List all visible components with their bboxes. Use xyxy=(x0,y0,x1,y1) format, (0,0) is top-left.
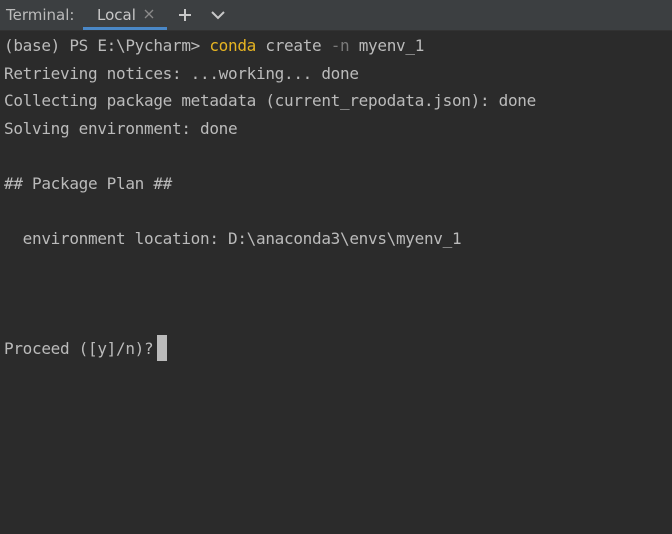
shell-prompt: (base) PS E:\Pycharm> xyxy=(4,36,200,55)
input-prompt-line: Proceed ([y]/n)? xyxy=(4,334,168,362)
output-line: ## Package Plan ## xyxy=(4,174,172,193)
terminal-output[interactable]: (base) PS E:\Pycharm> conda create -n my… xyxy=(0,31,672,534)
proceed-prompt: Proceed ([y]/n)? xyxy=(4,339,154,358)
command-argument: myenv_1 xyxy=(358,36,425,55)
command-line: (base) PS E:\Pycharm> conda create -n my… xyxy=(4,32,424,59)
terminal-header: Terminal: Local xyxy=(0,0,672,31)
plus-icon[interactable] xyxy=(176,6,194,24)
text-cursor xyxy=(157,334,168,361)
terminal-tool-window: Terminal: Local (base) PS E:\Pycharm> co… xyxy=(0,0,672,534)
output-line: Solving environment: done xyxy=(4,119,238,138)
terminal-title: Terminal: xyxy=(6,6,75,24)
tab-label: Local xyxy=(97,6,136,24)
command-flag: -n xyxy=(330,36,350,55)
chevron-down-icon[interactable] xyxy=(208,6,228,24)
tab-local[interactable]: Local xyxy=(83,0,167,30)
output-line: Retrieving notices: ...working... done xyxy=(4,64,359,83)
close-icon[interactable] xyxy=(142,7,156,21)
output-line: environment location: D:\anaconda3\envs\… xyxy=(4,229,462,248)
output-line: Collecting package metadata (current_rep… xyxy=(4,91,536,110)
command-subcommand: create xyxy=(265,36,322,55)
command-program: conda xyxy=(209,36,257,55)
active-tab-indicator xyxy=(83,27,167,30)
